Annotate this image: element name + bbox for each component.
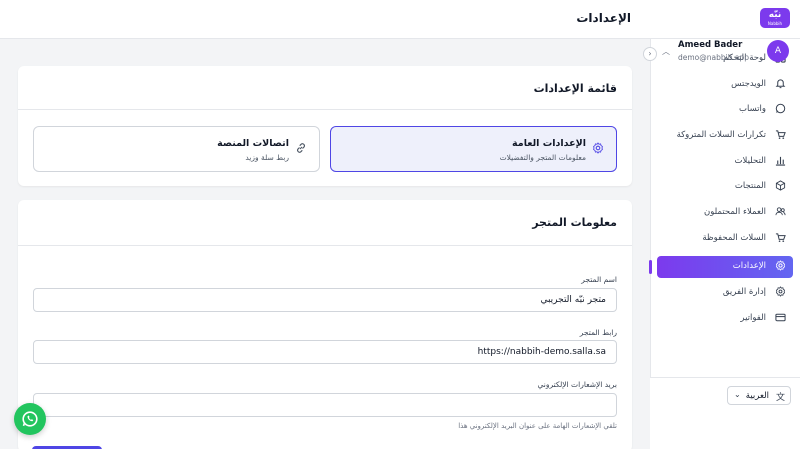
sidebar-item-leads[interactable]: العملاء المحتملون [657, 202, 793, 224]
users-icon [774, 206, 787, 219]
tile-subtitle: ربط سلة وزيد [245, 153, 289, 162]
gear-icon [592, 142, 604, 157]
store-url-input[interactable] [33, 340, 617, 364]
logo-text: نبّه [768, 10, 782, 20]
sidebar-item-settings[interactable]: الإعدادات [657, 256, 793, 278]
sidebar-item-label: العملاء المحتملون [703, 207, 766, 217]
sidebar-item-label: التحليلات [734, 156, 766, 166]
whatsapp-chat-button[interactable] [14, 403, 46, 435]
notification-email-hint: تلقي الإشعارات الهامة على عنوان البريد ا… [458, 422, 617, 430]
general-settings-tile[interactable]: الإعدادات العامة معلومات المتجر والتفضيل… [330, 126, 617, 172]
store-info-title: معلومات المتجر [532, 216, 617, 229]
top-header: الإعدادات نبّه Nabbih [0, 0, 800, 39]
link-icon [295, 142, 307, 157]
notification-email-label: بريد الإشعارات الإلكتروني [537, 380, 617, 389]
card-divider [18, 245, 632, 246]
store-name-label: اسم المتجر [581, 275, 617, 284]
user-email: demo@nabbih.app [678, 53, 749, 62]
sidebar-item-widgets[interactable]: الويدجتس [657, 74, 793, 96]
settings-menu-title: قائمة الإعدادات [533, 82, 617, 95]
bar-chart-icon [774, 155, 787, 168]
team-icon [774, 286, 787, 299]
package-icon [774, 180, 787, 193]
sidebar-item-label: الإعدادات [732, 261, 766, 271]
chevron-right-icon: › [648, 49, 652, 58]
sidebar-collapse-button[interactable]: › [643, 47, 657, 61]
cart-icon [774, 232, 787, 245]
sidebar-item-invoices[interactable]: الفواتير [657, 308, 793, 330]
whatsapp-icon [774, 103, 787, 116]
chevron-down-icon: ⌄ [734, 390, 741, 399]
tile-title: الإعدادات العامة [512, 138, 586, 149]
settings-menu-card: قائمة الإعدادات الإعدادات العامة معلومات… [18, 66, 632, 186]
sidebar-item-label: السلات المحفوظة [702, 233, 766, 243]
notification-email-input[interactable] [33, 393, 617, 417]
user-name: Ameed Bader [678, 40, 743, 50]
sidebar-item-label: واتساب [738, 104, 766, 114]
chevron-up-icon[interactable]: ︿ [662, 46, 670, 57]
sidebar-footer: 文 العربية ⌄ [650, 377, 800, 449]
credit-card-icon [774, 312, 787, 325]
cart-icon [774, 129, 787, 142]
language-select[interactable]: 文 العربية ⌄ [727, 386, 791, 405]
sidebar-item-abandoned-cart-repeats[interactable]: تكرارات السلات المتروكة [657, 125, 793, 147]
active-indicator [649, 260, 652, 274]
whatsapp-icon [22, 411, 38, 427]
store-info-card: معلومات المتجر اسم المتجر رابط المتجر بر… [18, 200, 632, 449]
card-divider [18, 109, 632, 110]
app-logo[interactable]: نبّه Nabbih [760, 8, 790, 28]
platform-connections-tile[interactable]: اتصالات المنصة ربط سلة وزيد [33, 126, 320, 172]
sidebar-item-label: المنتجات [734, 181, 766, 191]
sidebar-item-whatsapp[interactable]: واتساب [657, 99, 793, 121]
page-title: الإعدادات [576, 11, 631, 25]
logo-subtext: Nabbih [767, 21, 783, 26]
store-name-input[interactable] [33, 288, 617, 312]
sidebar-item-products[interactable]: المنتجات [657, 176, 793, 198]
sidebar-item-team-management[interactable]: إدارة الفريق [657, 282, 793, 304]
translate-icon: 文 [775, 393, 785, 403]
sidebar-item-label: الويدجتس [731, 79, 766, 89]
sidebar-item-saved-carts[interactable]: السلات المحفوظة [657, 228, 793, 250]
tile-subtitle: معلومات المتجر والتفضيلات [499, 153, 586, 162]
sidebar-item-analytics[interactable]: التحليلات [657, 151, 793, 173]
tile-title: اتصالات المنصة [217, 138, 289, 149]
language-label: العربية [745, 391, 769, 401]
gear-icon [774, 260, 787, 273]
avatar[interactable]: A [767, 40, 789, 62]
sidebar-item-label: إدارة الفريق [722, 287, 766, 297]
bell-icon [774, 78, 787, 91]
store-url-label: رابط المتجر [579, 328, 617, 337]
sidebar-item-label: تكرارات السلات المتروكة [676, 130, 766, 140]
sidebar-item-label: الفواتير [740, 313, 766, 323]
